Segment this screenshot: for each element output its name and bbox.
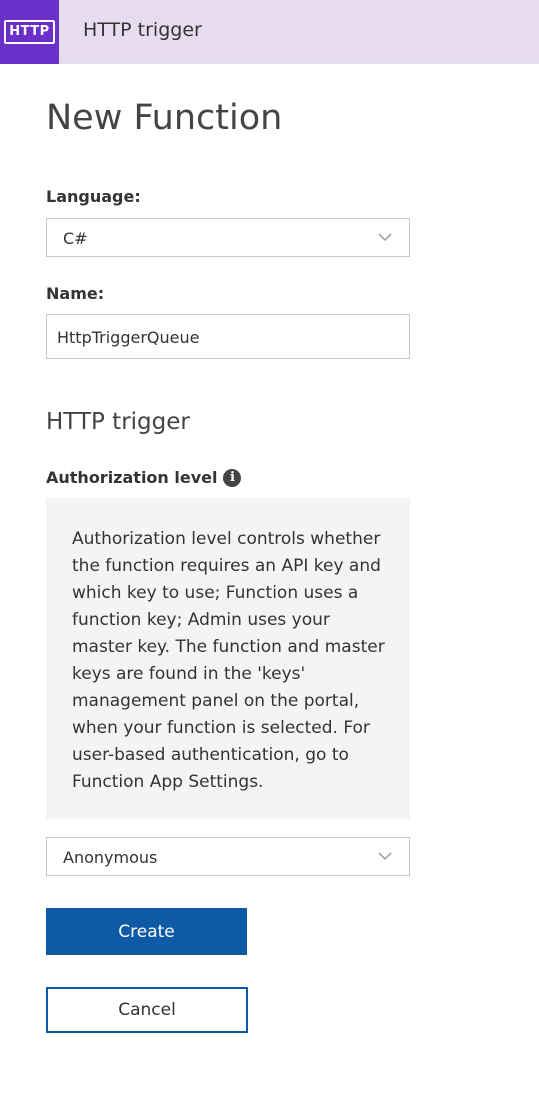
info-icon[interactable]: i [223,469,242,487]
language-select[interactable]: C# [46,218,410,257]
name-input-value: HttpTriggerQueue [57,328,200,347]
cancel-button[interactable]: Cancel [46,987,248,1033]
name-label: Name: [46,284,105,303]
language-select-value: C# [63,229,88,248]
authorization-level-select[interactable]: Anonymous [46,837,410,876]
logo-text: HTTP [4,20,55,44]
language-label: Language: [46,187,141,206]
authorization-level-label-text: Authorization level [46,468,218,487]
http-trigger-logo: HTTP [0,0,59,64]
create-button[interactable]: Create [46,908,247,955]
page-title: New Function [46,98,283,138]
header-bar: HTTP HTTP trigger [0,0,539,64]
authorization-level-label: Authorization level i [46,468,242,487]
authorization-help-text: Authorization level controls whether the… [72,529,385,792]
chevron-down-icon [378,233,392,242]
authorization-help-box: Authorization level controls whether the… [46,498,410,819]
chevron-down-icon [378,852,392,861]
name-input[interactable]: HttpTriggerQueue [46,314,410,359]
header-title: HTTP trigger [83,19,202,41]
section-title: HTTP trigger [46,409,190,435]
authorization-level-value: Anonymous [63,848,158,867]
